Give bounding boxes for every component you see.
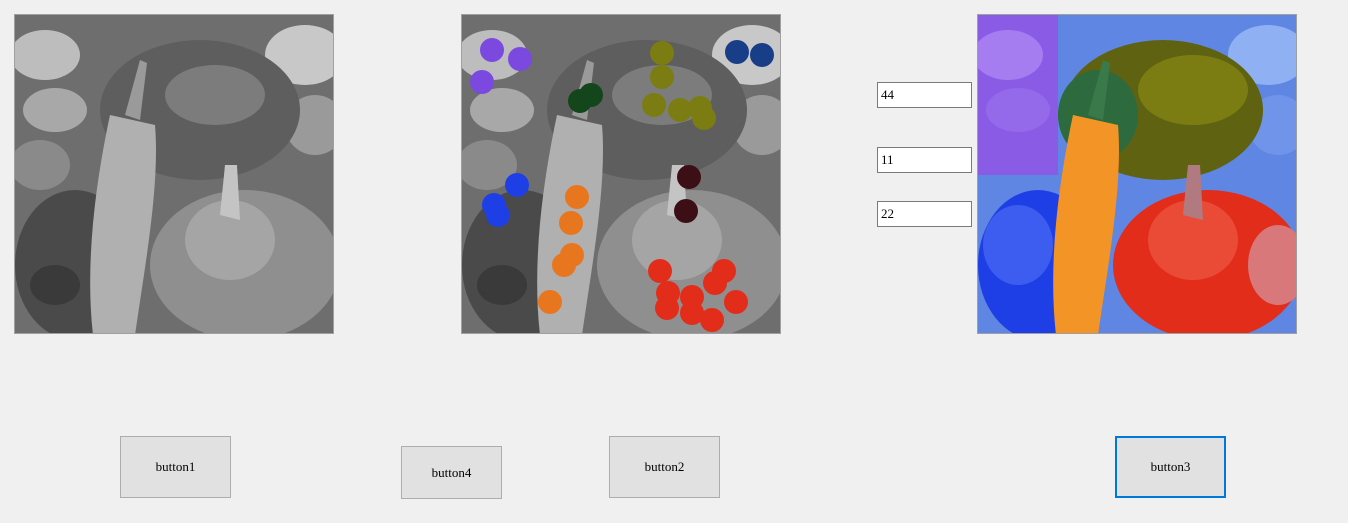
button2[interactable]: button2: [609, 436, 720, 498]
pepper-grayscale-picture: [15, 15, 333, 333]
button1[interactable]: button1: [120, 436, 231, 498]
textbox-3[interactable]: [877, 201, 972, 227]
pepper-seed-markers-picture: [462, 15, 780, 333]
button4[interactable]: button4: [401, 446, 502, 499]
button3[interactable]: button3: [1115, 436, 1226, 498]
pepper-colorized-picture: [978, 15, 1296, 333]
segmented-picturebox: [977, 14, 1297, 334]
textbox-2[interactable]: [877, 147, 972, 173]
original-picturebox: [14, 14, 334, 334]
marked-picturebox[interactable]: [461, 14, 781, 334]
textbox-1[interactable]: [877, 82, 972, 108]
